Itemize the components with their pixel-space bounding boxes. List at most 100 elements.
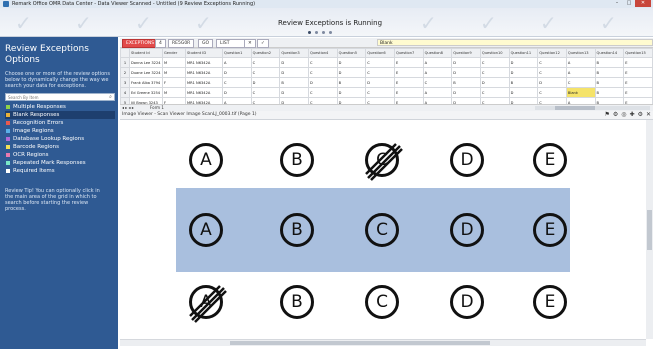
table-cell[interactable]: D <box>279 87 309 98</box>
column-header[interactable]: Question3 <box>279 48 309 58</box>
table-cell[interactable]: C <box>479 67 510 78</box>
table-row[interactable]: 1 Donna Lee 3224 M MR1 N6342A A C D C D C E A D C D C A B… <box>120 57 653 68</box>
table-cell[interactable]: A <box>565 67 596 78</box>
table-cell[interactable]: C <box>307 87 338 98</box>
table-cell[interactable]: Duane Lee 3224 <box>129 67 163 78</box>
close-button[interactable]: ✕ <box>635 0 651 7</box>
image-tool-icon[interactable]: ◎ <box>621 111 626 119</box>
table-cell[interactable]: D <box>250 77 281 88</box>
table-cell[interactable]: C <box>479 57 510 68</box>
scroll-thumb[interactable] <box>647 210 652 250</box>
table-cell[interactable]: E <box>393 77 424 88</box>
table-cell[interactable]: B <box>594 87 625 98</box>
table-cell[interactable]: D <box>451 67 481 78</box>
table-cell[interactable]: D <box>508 87 539 98</box>
accept-edit-button[interactable]: ✓ <box>257 39 269 48</box>
cancel-edit-button[interactable]: ✕ <box>244 39 256 48</box>
table-row[interactable]: 4 Ed Greene 3254 M MR1 N6342A D C D C D C E A D C D C Bl… <box>120 87 653 98</box>
table-cell[interactable]: F <box>162 77 186 88</box>
table-cell[interactable]: C <box>537 67 567 78</box>
table-cell[interactable]: A <box>222 57 252 68</box>
table-cell[interactable]: E <box>393 87 424 98</box>
table-cell[interactable]: E <box>393 67 424 78</box>
review-option[interactable]: Multiple Responses <box>5 103 115 111</box>
row-number[interactable]: 1 <box>120 57 130 68</box>
column-header[interactable]: Gender <box>162 48 186 58</box>
table-cell[interactable]: Frank Alba 3794 <box>129 77 163 88</box>
scroll-thumb[interactable] <box>555 106 595 110</box>
table-cell[interactable]: Ed Greene 3254 <box>129 87 163 98</box>
column-header[interactable]: Student ID <box>185 48 223 58</box>
table-cell[interactable]: D <box>336 57 367 68</box>
column-header[interactable]: Question13 <box>565 48 596 58</box>
table-cell[interactable]: B <box>594 77 625 88</box>
table-cell[interactable]: C <box>479 87 510 98</box>
scroll-thumb[interactable] <box>230 341 490 345</box>
table-cell[interactable]: D <box>307 77 338 88</box>
table-cell[interactable]: A <box>422 57 453 68</box>
table-cell[interactable]: MR1 N6342A <box>185 77 223 88</box>
table-cell[interactable]: D <box>365 77 395 88</box>
review-option[interactable]: Database Lookup Regions <box>5 135 115 143</box>
table-cell[interactable]: C <box>565 77 596 88</box>
table-cell[interactable]: E <box>623 57 653 68</box>
image-tool-icon[interactable]: ✚ <box>630 111 635 119</box>
search-icon[interactable]: ⌕ <box>108 94 113 100</box>
table-cell[interactable]: C <box>307 67 338 78</box>
table-cell[interactable]: D <box>537 77 567 88</box>
table-cell[interactable]: Blank <box>565 87 596 98</box>
review-option[interactable]: OCR Regions <box>5 151 115 159</box>
table-cell[interactable]: B <box>594 57 625 68</box>
review-option[interactable]: Barcode Regions <box>5 143 115 151</box>
table-cell[interactable]: M <box>162 57 186 68</box>
column-header[interactable]: Question1 <box>222 48 252 58</box>
image-tool-icon[interactable]: ⚙ <box>638 111 643 119</box>
table-cell[interactable]: B <box>508 77 539 88</box>
column-header[interactable]: Question2 <box>250 48 281 58</box>
table-cell[interactable]: B <box>451 77 481 88</box>
column-header[interactable]: Question10 <box>479 48 510 58</box>
table-cell[interactable]: E <box>623 77 653 88</box>
grid-horizontal-scrollbar[interactable] <box>535 106 650 110</box>
table-cell[interactable]: A <box>565 57 596 68</box>
column-header[interactable]: Question15 <box>623 48 653 58</box>
column-header[interactable]: Question8 <box>422 48 453 58</box>
table-row[interactable]: 3 Frank Alba 3794 F MR1 N6342A C D B D B D E C B D B D C… <box>120 77 653 88</box>
minimize-button[interactable]: – <box>611 0 623 7</box>
image-tool-icon[interactable]: ⚑ <box>605 111 610 119</box>
table-cell[interactable]: B <box>279 77 309 88</box>
formula-input[interactable]: Blank <box>377 39 653 46</box>
table-cell[interactable]: A <box>422 87 453 98</box>
table-cell[interactable]: D <box>222 67 252 78</box>
table-cell[interactable]: D <box>479 77 510 88</box>
table-cell[interactable]: E <box>623 87 653 98</box>
table-cell[interactable]: D <box>508 67 539 78</box>
review-option[interactable]: Recognition Errors <box>5 119 115 127</box>
table-cell[interactable]: E <box>623 67 653 78</box>
table-cell[interactable]: M <box>162 87 186 98</box>
viewer-vertical-scrollbar[interactable] <box>646 120 653 339</box>
review-option[interactable]: Blank Responses <box>5 111 115 119</box>
table-cell[interactable]: Donna Lee 3224 <box>129 57 163 68</box>
record-navigator[interactable]: RE5G0R <box>168 39 195 48</box>
table-cell[interactable]: C <box>307 57 338 68</box>
table-cell[interactable]: D <box>451 87 481 98</box>
column-header[interactable]: Question4 <box>307 48 338 58</box>
review-option[interactable]: Required Items <box>5 167 115 175</box>
row-number[interactable]: 3 <box>120 77 130 88</box>
review-option[interactable]: Repeated Mark Responses <box>5 159 115 167</box>
table-cell[interactable]: D <box>222 87 252 98</box>
column-header[interactable]: Question6 <box>365 48 395 58</box>
search-input[interactable] <box>6 94 104 100</box>
column-header[interactable] <box>120 48 130 58</box>
column-header[interactable]: Question11 <box>508 48 539 58</box>
table-cell[interactable]: MR1 N6342A <box>185 67 223 78</box>
table-cell[interactable]: E <box>393 57 424 68</box>
exceptions-button[interactable]: EXCEPTIONS <box>122 39 159 48</box>
review-option[interactable]: Image Regions <box>5 127 115 135</box>
table-cell[interactable]: A <box>422 67 453 78</box>
table-cell[interactable]: B <box>336 77 367 88</box>
table-cell[interactable]: C <box>222 77 252 88</box>
table-cell[interactable]: D <box>336 87 367 98</box>
image-tool-icon[interactable]: ⚙ <box>613 111 618 119</box>
